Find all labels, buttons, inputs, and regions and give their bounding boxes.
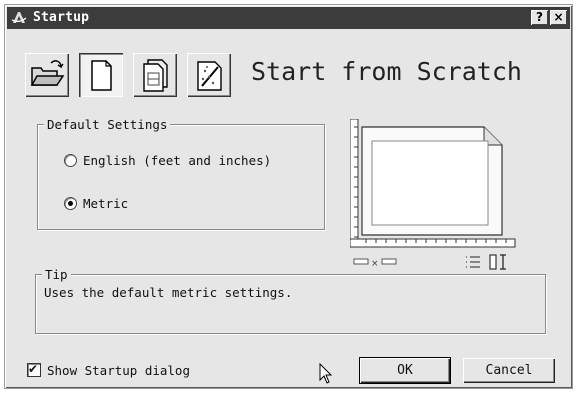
- english-radio-button[interactable]: [64, 154, 77, 167]
- metric-radio-label: Metric: [83, 196, 129, 211]
- start-from-scratch-button[interactable]: [79, 53, 123, 97]
- drawing-preview: ×: [350, 119, 516, 270]
- show-startup-checkbox[interactable]: ✔: [27, 362, 41, 377]
- svg-text:×: ×: [371, 259, 379, 269]
- tip-label: Tip: [42, 267, 71, 282]
- blank-page-icon: [91, 60, 112, 91]
- title-bar[interactable]: Startup ? ×: [7, 7, 570, 29]
- tip-text: Uses the default metric settings.: [44, 285, 293, 300]
- english-radio-option[interactable]: English (feet and inches): [64, 153, 271, 168]
- window-title: Startup: [33, 10, 90, 25]
- cancel-button[interactable]: Cancel: [463, 358, 555, 383]
- ok-button[interactable]: OK: [359, 357, 451, 384]
- show-startup-option[interactable]: ✔ Show Startup dialog: [27, 362, 190, 378]
- template-icon: [143, 59, 168, 92]
- close-button[interactable]: ×: [550, 10, 567, 25]
- show-startup-label: Show Startup dialog: [47, 363, 190, 378]
- help-button[interactable]: ?: [531, 10, 548, 25]
- default-settings-group: Default Settings English (feet and inche…: [37, 117, 325, 230]
- metric-radio-option[interactable]: Metric: [64, 196, 128, 211]
- autocad-logo-icon: [11, 12, 27, 23]
- use-template-button[interactable]: [133, 53, 177, 97]
- use-wizard-button[interactable]: [187, 53, 231, 97]
- english-radio-label: English (feet and inches): [83, 153, 272, 168]
- tip-group: Tip Uses the default metric settings.: [35, 267, 546, 334]
- page-heading: Start from Scratch: [251, 57, 522, 86]
- mouse-cursor-icon: [319, 363, 333, 384]
- checkmark-icon: ✔: [28, 362, 39, 376]
- wizard-icon: [197, 61, 222, 91]
- default-settings-label: Default Settings: [44, 117, 171, 132]
- startup-dialog: Startup ? × Start from Scratch Default S…: [4, 4, 573, 389]
- metric-radio-button[interactable]: [64, 197, 77, 210]
- open-drawing-button[interactable]: [25, 53, 69, 97]
- folder-open-icon: [30, 60, 65, 86]
